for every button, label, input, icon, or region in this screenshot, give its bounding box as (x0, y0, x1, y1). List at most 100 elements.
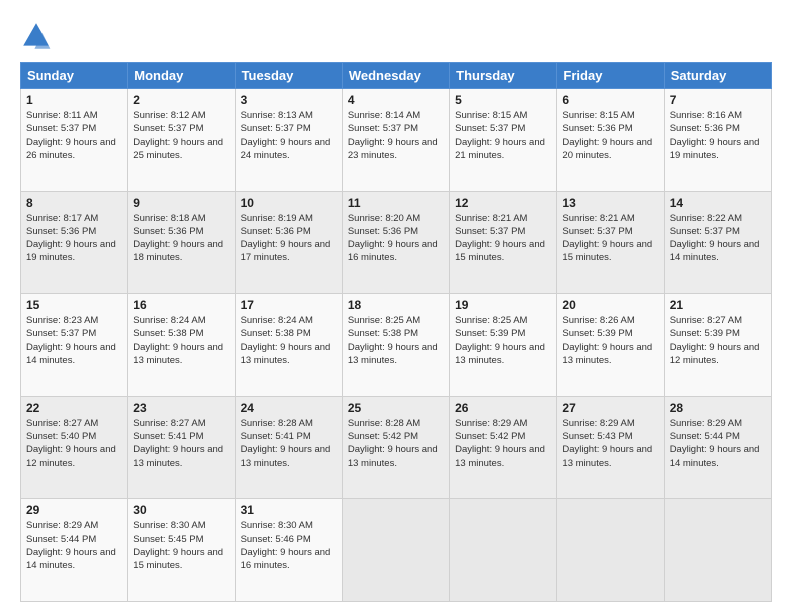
calendar-cell: 2 Sunrise: 8:12 AM Sunset: 5:37 PM Dayli… (128, 89, 235, 192)
cell-content: Sunrise: 8:30 AM Sunset: 5:46 PM Dayligh… (241, 519, 337, 572)
day-number: 23 (133, 401, 229, 415)
daylight-label: Daylight: 9 hours and 12 minutes. (26, 444, 116, 468)
sunset-label: Sunset: 5:36 PM (348, 226, 418, 237)
day-number: 14 (670, 196, 766, 210)
col-wednesday: Wednesday (342, 63, 449, 89)
daylight-label: Daylight: 9 hours and 13 minutes. (348, 342, 438, 366)
day-number: 3 (241, 93, 337, 107)
calendar-cell (664, 499, 771, 602)
sunrise-label: Sunrise: 8:15 AM (455, 110, 527, 121)
calendar-cell: 28 Sunrise: 8:29 AM Sunset: 5:44 PM Dayl… (664, 396, 771, 499)
daylight-label: Daylight: 9 hours and 13 minutes. (133, 444, 223, 468)
col-tuesday: Tuesday (235, 63, 342, 89)
calendar-cell: 7 Sunrise: 8:16 AM Sunset: 5:36 PM Dayli… (664, 89, 771, 192)
calendar-cell (450, 499, 557, 602)
sunrise-label: Sunrise: 8:23 AM (26, 315, 98, 326)
calendar-table: Sunday Monday Tuesday Wednesday Thursday… (20, 62, 772, 602)
sunset-label: Sunset: 5:37 PM (348, 123, 418, 134)
daylight-label: Daylight: 9 hours and 13 minutes. (455, 444, 545, 468)
cell-content: Sunrise: 8:21 AM Sunset: 5:37 PM Dayligh… (562, 212, 658, 265)
calendar-cell: 13 Sunrise: 8:21 AM Sunset: 5:37 PM Dayl… (557, 191, 664, 294)
daylight-label: Daylight: 9 hours and 15 minutes. (455, 239, 545, 263)
day-number: 11 (348, 196, 444, 210)
daylight-label: Daylight: 9 hours and 14 minutes. (26, 547, 116, 571)
calendar-cell: 9 Sunrise: 8:18 AM Sunset: 5:36 PM Dayli… (128, 191, 235, 294)
sunset-label: Sunset: 5:41 PM (133, 431, 203, 442)
sunrise-label: Sunrise: 8:21 AM (562, 213, 634, 224)
cell-content: Sunrise: 8:22 AM Sunset: 5:37 PM Dayligh… (670, 212, 766, 265)
day-number: 30 (133, 503, 229, 517)
daylight-label: Daylight: 9 hours and 25 minutes. (133, 137, 223, 161)
sunset-label: Sunset: 5:45 PM (133, 534, 203, 545)
sunrise-label: Sunrise: 8:30 AM (241, 520, 313, 531)
sunset-label: Sunset: 5:38 PM (133, 328, 203, 339)
sunrise-label: Sunrise: 8:12 AM (133, 110, 205, 121)
sunset-label: Sunset: 5:36 PM (133, 226, 203, 237)
cell-content: Sunrise: 8:30 AM Sunset: 5:45 PM Dayligh… (133, 519, 229, 572)
cell-content: Sunrise: 8:15 AM Sunset: 5:37 PM Dayligh… (455, 109, 551, 162)
sunset-label: Sunset: 5:42 PM (348, 431, 418, 442)
day-number: 18 (348, 298, 444, 312)
calendar-week-2: 8 Sunrise: 8:17 AM Sunset: 5:36 PM Dayli… (21, 191, 772, 294)
sunrise-label: Sunrise: 8:17 AM (26, 213, 98, 224)
calendar-cell: 14 Sunrise: 8:22 AM Sunset: 5:37 PM Dayl… (664, 191, 771, 294)
cell-content: Sunrise: 8:12 AM Sunset: 5:37 PM Dayligh… (133, 109, 229, 162)
day-number: 9 (133, 196, 229, 210)
day-number: 21 (670, 298, 766, 312)
calendar-cell: 26 Sunrise: 8:29 AM Sunset: 5:42 PM Dayl… (450, 396, 557, 499)
logo-icon (20, 20, 52, 52)
daylight-label: Daylight: 9 hours and 20 minutes. (562, 137, 652, 161)
daylight-label: Daylight: 9 hours and 19 minutes. (26, 239, 116, 263)
day-number: 1 (26, 93, 122, 107)
cell-content: Sunrise: 8:18 AM Sunset: 5:36 PM Dayligh… (133, 212, 229, 265)
day-number: 22 (26, 401, 122, 415)
daylight-label: Daylight: 9 hours and 23 minutes. (348, 137, 438, 161)
sunset-label: Sunset: 5:36 PM (562, 123, 632, 134)
calendar-week-3: 15 Sunrise: 8:23 AM Sunset: 5:37 PM Dayl… (21, 294, 772, 397)
day-number: 27 (562, 401, 658, 415)
cell-content: Sunrise: 8:24 AM Sunset: 5:38 PM Dayligh… (241, 314, 337, 367)
calendar-cell (557, 499, 664, 602)
cell-content: Sunrise: 8:27 AM Sunset: 5:40 PM Dayligh… (26, 417, 122, 470)
calendar-cell: 30 Sunrise: 8:30 AM Sunset: 5:45 PM Dayl… (128, 499, 235, 602)
sunset-label: Sunset: 5:37 PM (26, 123, 96, 134)
sunrise-label: Sunrise: 8:22 AM (670, 213, 742, 224)
day-number: 24 (241, 401, 337, 415)
cell-content: Sunrise: 8:13 AM Sunset: 5:37 PM Dayligh… (241, 109, 337, 162)
sunrise-label: Sunrise: 8:29 AM (26, 520, 98, 531)
daylight-label: Daylight: 9 hours and 13 minutes. (562, 444, 652, 468)
cell-content: Sunrise: 8:23 AM Sunset: 5:37 PM Dayligh… (26, 314, 122, 367)
sunset-label: Sunset: 5:42 PM (455, 431, 525, 442)
daylight-label: Daylight: 9 hours and 17 minutes. (241, 239, 331, 263)
daylight-label: Daylight: 9 hours and 16 minutes. (348, 239, 438, 263)
sunrise-label: Sunrise: 8:20 AM (348, 213, 420, 224)
col-thursday: Thursday (450, 63, 557, 89)
day-number: 13 (562, 196, 658, 210)
calendar-cell: 16 Sunrise: 8:24 AM Sunset: 5:38 PM Dayl… (128, 294, 235, 397)
calendar-cell: 23 Sunrise: 8:27 AM Sunset: 5:41 PM Dayl… (128, 396, 235, 499)
cell-content: Sunrise: 8:26 AM Sunset: 5:39 PM Dayligh… (562, 314, 658, 367)
cell-content: Sunrise: 8:28 AM Sunset: 5:42 PM Dayligh… (348, 417, 444, 470)
calendar-cell: 4 Sunrise: 8:14 AM Sunset: 5:37 PM Dayli… (342, 89, 449, 192)
cell-content: Sunrise: 8:29 AM Sunset: 5:44 PM Dayligh… (26, 519, 122, 572)
cell-content: Sunrise: 8:14 AM Sunset: 5:37 PM Dayligh… (348, 109, 444, 162)
calendar-cell: 29 Sunrise: 8:29 AM Sunset: 5:44 PM Dayl… (21, 499, 128, 602)
calendar-cell: 5 Sunrise: 8:15 AM Sunset: 5:37 PM Dayli… (450, 89, 557, 192)
sunrise-label: Sunrise: 8:15 AM (562, 110, 634, 121)
daylight-label: Daylight: 9 hours and 14 minutes. (670, 239, 760, 263)
sunrise-label: Sunrise: 8:13 AM (241, 110, 313, 121)
calendar-cell: 8 Sunrise: 8:17 AM Sunset: 5:36 PM Dayli… (21, 191, 128, 294)
logo (20, 20, 56, 52)
cell-content: Sunrise: 8:29 AM Sunset: 5:42 PM Dayligh… (455, 417, 551, 470)
daylight-label: Daylight: 9 hours and 13 minutes. (455, 342, 545, 366)
header (20, 16, 772, 52)
calendar-cell: 31 Sunrise: 8:30 AM Sunset: 5:46 PM Dayl… (235, 499, 342, 602)
sunrise-label: Sunrise: 8:30 AM (133, 520, 205, 531)
sunrise-label: Sunrise: 8:27 AM (26, 418, 98, 429)
calendar-cell: 15 Sunrise: 8:23 AM Sunset: 5:37 PM Dayl… (21, 294, 128, 397)
daylight-label: Daylight: 9 hours and 13 minutes. (241, 342, 331, 366)
daylight-label: Daylight: 9 hours and 15 minutes. (133, 547, 223, 571)
sunrise-label: Sunrise: 8:25 AM (348, 315, 420, 326)
sunrise-label: Sunrise: 8:11 AM (26, 110, 98, 121)
sunset-label: Sunset: 5:37 PM (133, 123, 203, 134)
